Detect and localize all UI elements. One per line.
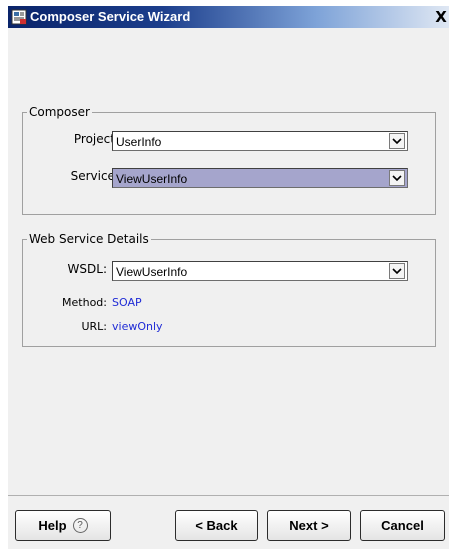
- chevron-down-icon[interactable]: [389, 133, 405, 149]
- help-button-label: Help: [38, 518, 67, 533]
- wsdl-label: WSDL:: [67, 262, 107, 276]
- help-button[interactable]: Help ?: [15, 510, 111, 541]
- wizard-app-icon: [11, 9, 27, 25]
- wizard-window: Composer Service Wizard X Composer Proje…: [8, 6, 449, 549]
- service-value: ViewUserInfo: [116, 172, 188, 186]
- url-label: URL:: [81, 320, 107, 333]
- chevron-down-icon[interactable]: [389, 170, 405, 186]
- url-value: viewOnly: [112, 320, 163, 333]
- wsdl-dropdown[interactable]: ViewUserInfo: [112, 261, 408, 281]
- back-button-label: < Back: [195, 518, 238, 533]
- composer-group: Composer Project: UserInfo Service: View…: [22, 105, 436, 215]
- chevron-down-icon[interactable]: [389, 263, 405, 279]
- cancel-button-label: Cancel: [381, 518, 424, 533]
- title-bar[interactable]: Composer Service Wizard X: [8, 6, 449, 28]
- next-button-label: Next >: [289, 518, 329, 533]
- close-icon[interactable]: X: [433, 9, 449, 25]
- project-dropdown[interactable]: UserInfo: [112, 131, 408, 151]
- help-circle-icon: ?: [72, 518, 88, 533]
- cancel-button[interactable]: Cancel: [360, 510, 445, 541]
- footer-divider: [8, 495, 449, 496]
- web-service-legend: Web Service Details: [27, 232, 151, 246]
- method-label: Method:: [62, 296, 107, 309]
- back-button[interactable]: < Back: [175, 510, 258, 541]
- next-button[interactable]: Next >: [267, 510, 351, 541]
- window-title: Composer Service Wizard: [30, 9, 191, 24]
- project-value: UserInfo: [116, 135, 162, 149]
- composer-legend: Composer: [27, 105, 92, 119]
- method-value: SOAP: [112, 296, 142, 309]
- web-service-details-group: Web Service Details WSDL: ViewUserInfo M…: [22, 232, 436, 347]
- service-dropdown[interactable]: ViewUserInfo: [112, 168, 408, 188]
- wsdl-value: ViewUserInfo: [116, 265, 188, 279]
